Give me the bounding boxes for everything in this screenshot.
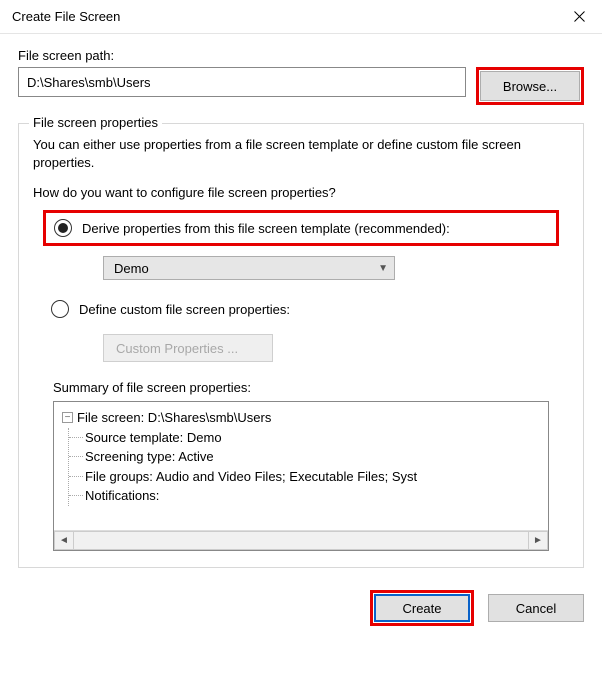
horizontal-scrollbar[interactable]: ◄ ► (54, 530, 548, 550)
close-button[interactable] (556, 0, 602, 34)
template-selected-value: Demo (114, 261, 149, 276)
radio-derive[interactable] (54, 219, 72, 237)
summary-tree: − File screen: D:\Shares\smb\Users Sourc… (54, 402, 548, 530)
tree-root[interactable]: − File screen: D:\Shares\smb\Users (62, 408, 544, 428)
tree-item: Notifications: (69, 486, 544, 506)
summary-box: − File screen: D:\Shares\smb\Users Sourc… (53, 401, 549, 551)
create-button[interactable]: Create (374, 594, 470, 622)
path-input[interactable] (18, 67, 466, 97)
custom-button-row: Custom Properties ... (103, 334, 569, 362)
highlight-derive-option: Derive properties from this file screen … (43, 210, 559, 246)
path-row: Browse... (18, 67, 584, 105)
tree-root-label: File screen: D:\Shares\smb\Users (77, 408, 271, 428)
properties-group: File screen properties You can either us… (18, 123, 584, 568)
custom-properties-button: Custom Properties ... (103, 334, 273, 362)
summary-label: Summary of file screen properties: (53, 380, 569, 395)
highlight-create: Create (370, 590, 474, 626)
tree-item: Screening type: Active (69, 447, 544, 467)
titlebar: Create File Screen (0, 0, 602, 34)
scroll-right-icon[interactable]: ► (528, 531, 548, 550)
radio-custom[interactable] (51, 300, 69, 318)
tree-item: File groups: Audio and Video Files; Exec… (69, 467, 544, 487)
scroll-track[interactable] (74, 531, 528, 550)
properties-description: You can either use properties from a fil… (33, 136, 569, 171)
template-row: Demo ▼ (103, 256, 569, 280)
cancel-button[interactable]: Cancel (488, 594, 584, 622)
dialog-content: File screen path: Browse... File screen … (0, 34, 602, 568)
highlight-browse: Browse... (476, 67, 584, 105)
browse-button[interactable]: Browse... (480, 71, 580, 101)
scroll-left-icon[interactable]: ◄ (54, 531, 74, 550)
properties-legend: File screen properties (29, 115, 162, 130)
close-icon (574, 11, 585, 22)
window-title: Create File Screen (12, 9, 556, 24)
chevron-down-icon: ▼ (378, 263, 388, 274)
dialog-button-row: Create Cancel (0, 568, 602, 626)
configure-question: How do you want to configure file screen… (33, 185, 569, 200)
tree-children: Source template: Demo Screening type: Ac… (68, 428, 544, 506)
custom-option-row: Define custom file screen properties: (43, 294, 559, 324)
radio-custom-label: Define custom file screen properties: (79, 302, 290, 317)
path-label: File screen path: (18, 48, 584, 63)
radio-derive-label: Derive properties from this file screen … (82, 221, 450, 236)
template-dropdown[interactable]: Demo ▼ (103, 256, 395, 280)
tree-item: Source template: Demo (69, 428, 544, 448)
tree-collapse-icon[interactable]: − (62, 412, 73, 423)
